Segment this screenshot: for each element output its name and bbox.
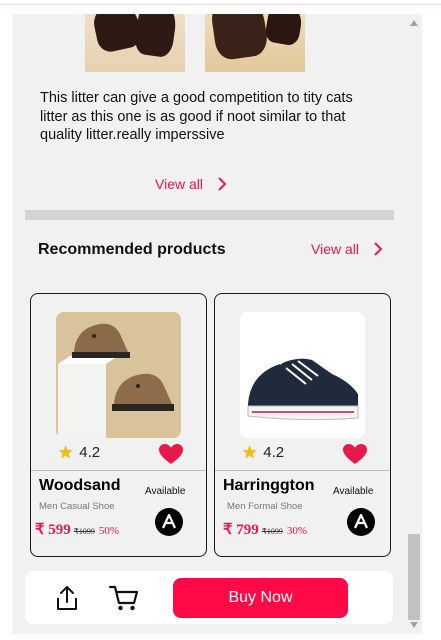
star-icon: ★ [58,443,74,462]
product-image[interactable] [240,312,365,438]
discount: 50% [98,525,120,537]
recommended-view-all-link[interactable]: View all [311,241,383,257]
product-category: Men Formal Shoe [227,501,303,512]
availability-status: Available [333,486,374,497]
original-price: ₹1099 [73,527,95,536]
cart-icon[interactable] [108,584,140,612]
top-border [0,4,441,5]
product-name: Woodsand [39,477,121,494]
discount: 30% [286,525,308,537]
scrollbar-thumb[interactable] [408,534,420,620]
scroll-down-arrow-icon[interactable] [410,622,418,628]
availability-status: Available [145,486,186,497]
heart-icon[interactable] [158,443,184,465]
review-text: This litter can give a good competition … [40,90,353,143]
scrollbar[interactable] [406,14,422,634]
price: ₹ 799 [223,522,259,538]
share-icon[interactable] [53,584,81,612]
review-image-1[interactable] [85,14,185,72]
product-image[interactable] [56,312,181,438]
card-divider [31,470,206,471]
price: ₹ 599 [35,522,71,538]
brand-logo-icon[interactable] [347,508,375,536]
price-row: ₹ 599 ₹1099 50% [35,520,119,539]
view-all-label: View all [311,241,359,257]
section-divider [25,210,394,220]
star-icon: ★ [242,443,258,462]
price-row: ₹ 799 ₹1099 30% [223,520,307,539]
buy-now-button[interactable]: Buy Now [173,578,348,618]
rating-value: 4.2 [263,444,285,461]
reviews-view-all-link[interactable]: View all [155,176,227,192]
product-card[interactable]: ★ 4.2 Harringgton Men Formal Shoe ₹ 799 … [214,293,391,557]
product-name: Harringgton [223,477,315,494]
review-image-2[interactable] [205,14,305,72]
rating: ★ 4.2 [58,444,100,461]
original-price: ₹1099 [261,527,283,536]
product-card[interactable]: ★ 4.2 Woodsand Men Casual Shoe ₹ 599 ₹10… [30,293,207,557]
section-title: Recommended products [38,241,226,258]
product-detail-panel: This litter can give a good competition … [12,14,406,634]
product-category: Men Casual Shoe [39,501,115,512]
bottom-action-bar: Buy Now [25,571,393,624]
heart-icon[interactable] [342,443,368,465]
rating: ★ 4.2 [242,444,284,461]
rating-value: 4.2 [79,444,101,461]
view-all-label: View all [155,176,203,192]
card-divider [215,470,390,471]
scroll-up-arrow-icon[interactable] [410,20,418,26]
brand-logo-icon[interactable] [155,508,183,536]
